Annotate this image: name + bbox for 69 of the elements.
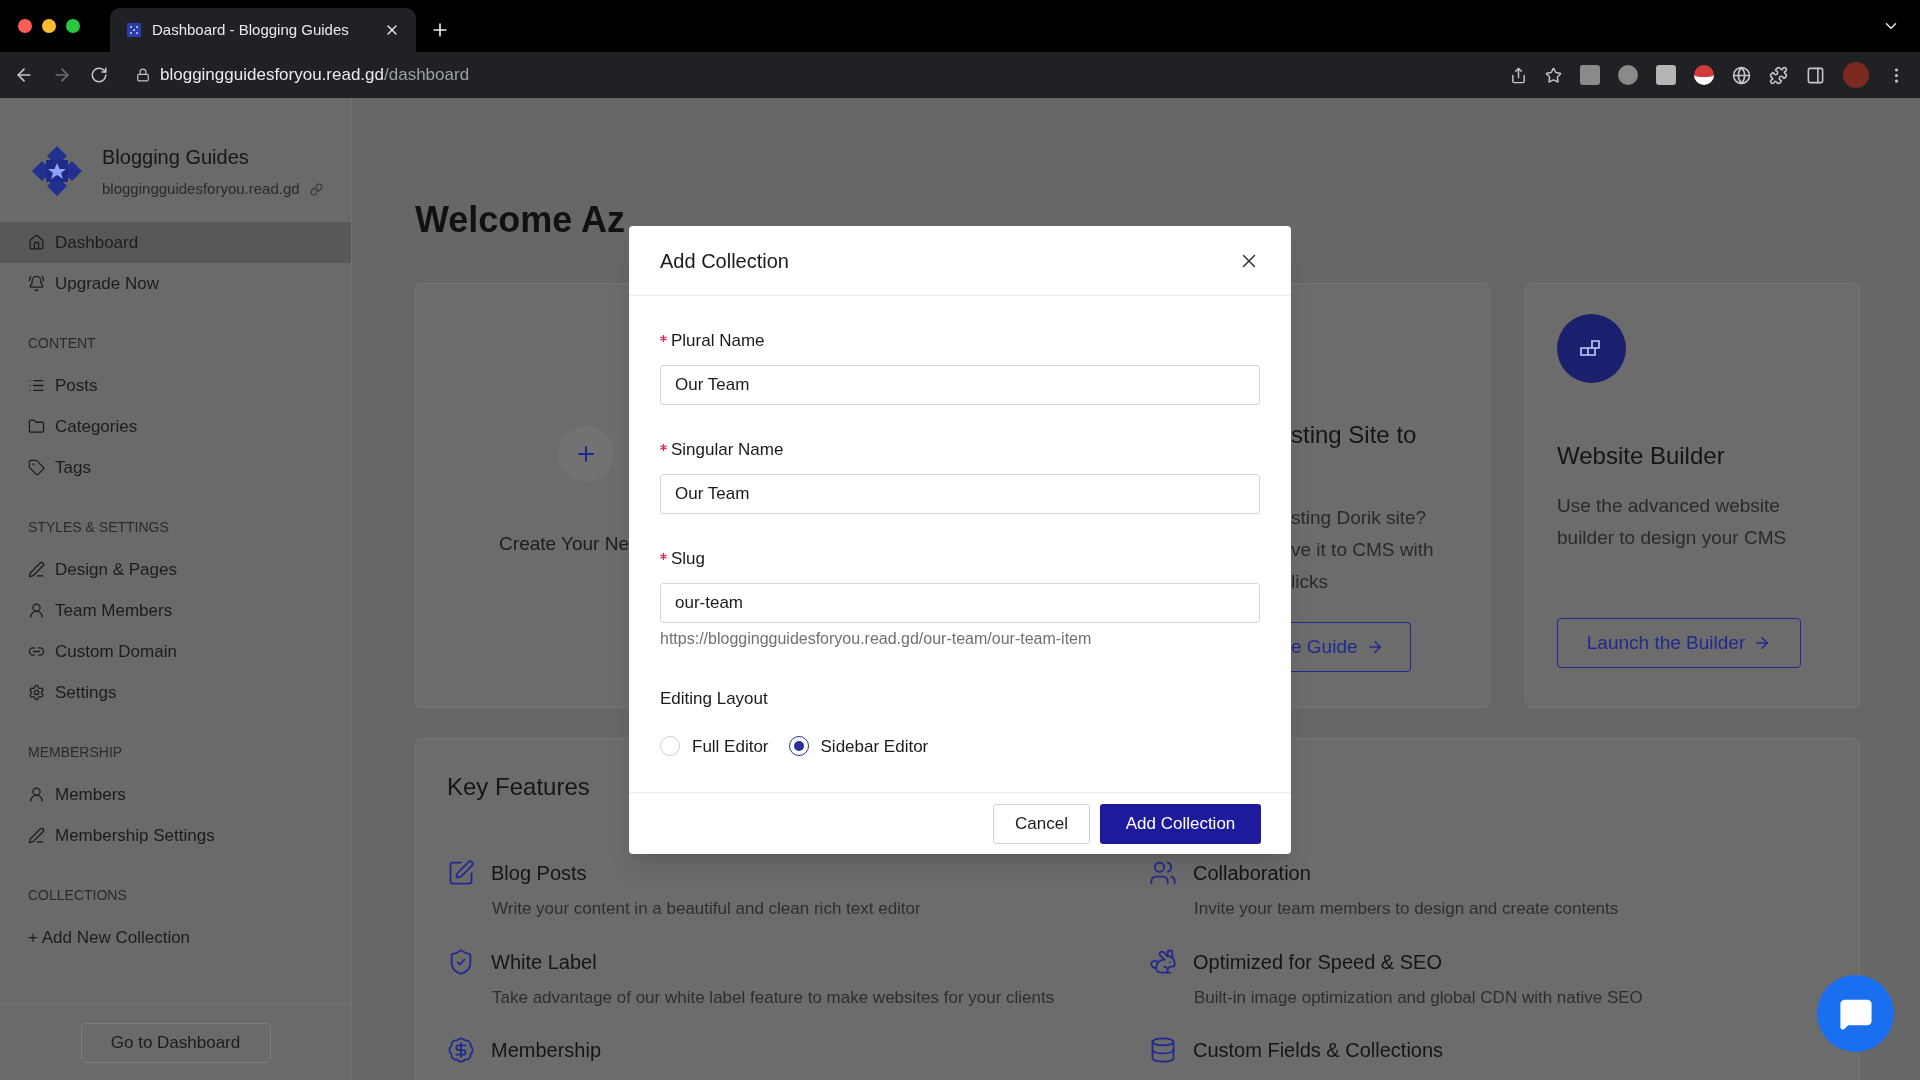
site-name: Blogging Guides <box>102 144 250 170</box>
person-icon <box>28 602 45 619</box>
layout-radio[interactable]: Sidebar Editor <box>788 733 929 759</box>
pen-icon <box>28 561 45 578</box>
database-icon <box>1149 1036 1177 1064</box>
section-title: Key Features <box>447 772 591 802</box>
extensions-icon[interactable] <box>1769 65 1788 85</box>
pen-icon <box>28 827 45 844</box>
feature-title: White Label <box>491 949 597 975</box>
slug-url-preview: https://bloggingguidesforyou.read.gd/our-team/our-team-item <box>660 629 1093 649</box>
edit-icon <box>447 859 475 887</box>
card-description: Use the advanced website builder to design your CMS <box>1557 494 1788 550</box>
section-heading: CONTENT <box>27 333 97 353</box>
field-label: Slug <box>671 548 706 571</box>
site-logo <box>30 144 84 198</box>
section-heading: STYLES & SETTINGS <box>27 517 170 537</box>
feature-description: Built-in image optimization and global CDN with native SEO <box>1194 986 1644 1009</box>
reload-icon[interactable] <box>90 66 108 84</box>
minimize-window-icon[interactable] <box>42 19 56 33</box>
text-field[interactable]: our-team <box>660 583 1260 623</box>
section-heading: COLLECTIONS <box>27 885 128 905</box>
card-title: Website Builder <box>1557 441 1726 471</box>
globe-icon[interactable] <box>1732 65 1751 85</box>
site-favicon <box>126 22 142 38</box>
close-window-icon[interactable] <box>18 19 32 33</box>
card-description: sting Dorik site? ve it to CMS with licks <box>1291 506 1435 594</box>
text-field[interactable]: Our Team <box>660 365 1260 405</box>
person-icon <box>28 786 45 803</box>
add-collection-link[interactable]: + Add New Collection <box>0 917 351 958</box>
folder-icon <box>28 418 45 435</box>
tag-icon <box>28 459 45 476</box>
section-heading: MEMBERSHIP <box>27 742 124 762</box>
go-to-dashboard-button[interactable]: Go to Dashboard <box>80 1022 271 1063</box>
feature-title: Membership <box>491 1038 602 1063</box>
card-text: Create Your Ne <box>499 532 629 556</box>
add-collection-button[interactable]: Add Collection <box>1100 803 1261 844</box>
sidebar-item[interactable]: Dashboard <box>0 222 351 263</box>
layout-radio[interactable]: Full Editor <box>660 733 769 759</box>
field-label: Editing Layout <box>660 688 769 710</box>
maximize-window-icon[interactable] <box>66 19 80 33</box>
feature-title: Collaboration <box>1193 861 1311 886</box>
feature-description: Invite your team members to design and create contents <box>1194 898 1620 920</box>
lock-icon <box>136 68 150 82</box>
share-icon[interactable] <box>1510 66 1527 84</box>
gear-icon <box>28 684 45 701</box>
dialog-title: Add Collection <box>660 248 789 274</box>
cancel-button[interactable]: Cancel <box>993 803 1090 844</box>
feature-title: Blog Posts <box>491 861 587 886</box>
launch-builder-button[interactable]: Launch the Builder <box>1557 618 1801 668</box>
list-icon <box>28 377 45 394</box>
text-field[interactable]: Our Team <box>660 474 1260 514</box>
bell-icon <box>28 275 45 292</box>
home-icon <box>28 234 45 251</box>
feature-title: Custom Fields & Collections <box>1193 1038 1444 1063</box>
side-panel-icon[interactable] <box>1806 65 1825 85</box>
feature-description: Take advantage of our white label feature to make websites for your clients <box>492 986 1056 1009</box>
bookmark-star-icon[interactable] <box>1545 66 1562 84</box>
field-label: Plural Name <box>671 330 765 353</box>
browser-tab[interactable]: Dashboard - Blogging Guides <box>110 8 416 52</box>
dollar-icon <box>447 1036 475 1064</box>
extension-icon[interactable] <box>1694 65 1714 85</box>
feature-title: Optimized for Speed & SEO <box>1193 949 1442 975</box>
card-title: sting Site to <box>1291 420 1418 450</box>
rabbit-icon <box>1149 947 1177 976</box>
team-icon <box>1149 859 1177 887</box>
welcome-heading: Welcome Az <box>415 198 627 242</box>
site-url: bloggingguidesforyou.read.gd <box>102 178 300 199</box>
feature-description: Write your content in a beautiful and clean rich text editor <box>492 898 922 920</box>
field-label: Singular Name <box>671 439 784 462</box>
